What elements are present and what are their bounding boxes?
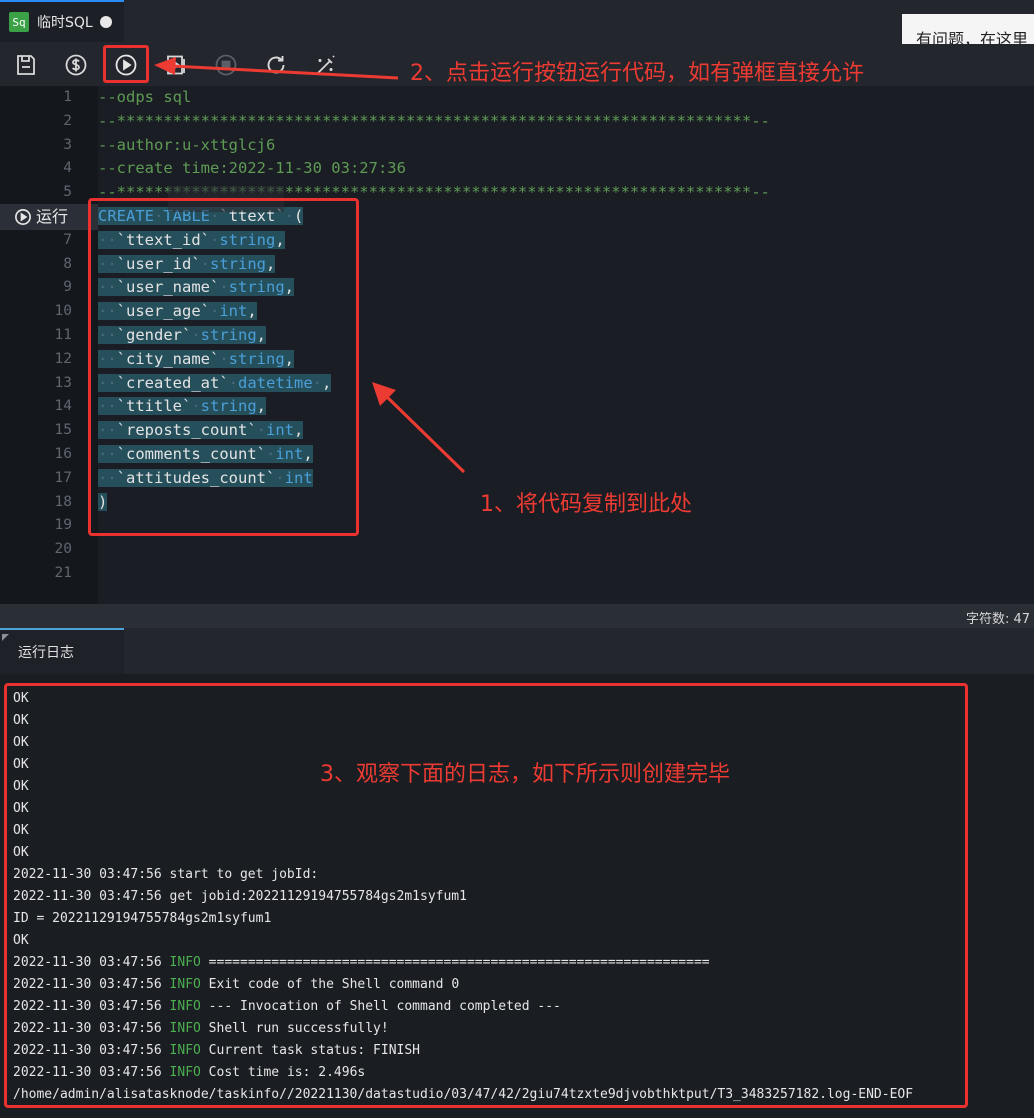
log-tab-bar: 运行日志 [0,628,1034,675]
log-tab-label: 运行日志 [18,645,74,661]
code-line[interactable]: 3 --author:u-xttglcj6 [0,134,1034,158]
run-line-label: 运行 [36,207,69,227]
dollar-icon [65,54,87,76]
cost-estimate-button[interactable] [63,52,89,78]
line-number: 3 [63,136,72,153]
annotation-arrow-2 [154,57,399,80]
line-number: 7 [63,231,72,248]
line-number: 5 [63,184,72,201]
code-highlight-box [88,198,359,536]
annotation-step-3: 3、观察下面的日志，如下所示则创建完毕 [320,762,730,787]
tab-title: 临时SQL [37,15,93,31]
tab-run-log[interactable]: 运行日志 [0,628,124,674]
line-number: 12 [54,350,72,367]
char-count: 字符数: 47 [966,612,1031,627]
line-number: 2 [63,112,72,129]
run-line-button[interactable]: 运行 [0,204,98,230]
log-highlight-box [4,683,968,1108]
line-number: 18 [54,493,72,510]
code-line[interactable]: 21 [0,562,1034,586]
code-line[interactable]: 1 --odps sql [0,86,1034,110]
code-line[interactable]: 20 [0,538,1034,562]
annotation-step-1: 1、将代码复制到此处 [480,492,692,517]
code-text: --author:u-xttglcj6 [98,135,276,154]
play-icon [15,209,31,225]
line-number: 10 [54,303,72,320]
code-text: --odps sql [98,88,192,106]
line-number: 16 [54,446,72,462]
annotation-step-2: 2、点击运行按钮运行代码，如有弹框直接允许 [410,61,864,86]
line-number: 11 [54,327,72,343]
tab-bar: Sq 临时SQL [0,0,1034,45]
corner-triangle-icon [2,634,9,641]
tab-temp-sql[interactable]: Sq 临时SQL [0,0,124,42]
annotation-arrow-1 [372,382,466,474]
unsaved-dot-icon[interactable] [99,16,112,28]
line-number: 13 [54,374,72,391]
line-number: 9 [63,279,72,296]
line-number: 17 [54,469,72,486]
code-line[interactable]: 4 --create time:2022-11-30 03:27:36 [0,157,1034,181]
save-button[interactable] [13,52,39,78]
status-bar: 字符数: 47 [0,604,1034,628]
line-number: 14 [54,398,72,415]
code-text: --**************************************… [98,111,770,130]
line-number: 21 [54,565,72,581]
line-number: 8 [63,255,72,272]
sql-file-icon: Sq [9,12,29,32]
line-number: 15 [54,422,72,439]
line-number: 19 [54,517,72,534]
save-icon [17,55,35,75]
code-line[interactable]: 2 --*************************************… [0,110,1034,134]
run-button-highlight-box [103,45,149,83]
line-number: 20 [54,541,72,558]
line-number: 4 [63,160,72,177]
code-text: --create time:2022-11-30 03:27:36 [98,159,406,178]
line-number: 1 [63,89,72,105]
